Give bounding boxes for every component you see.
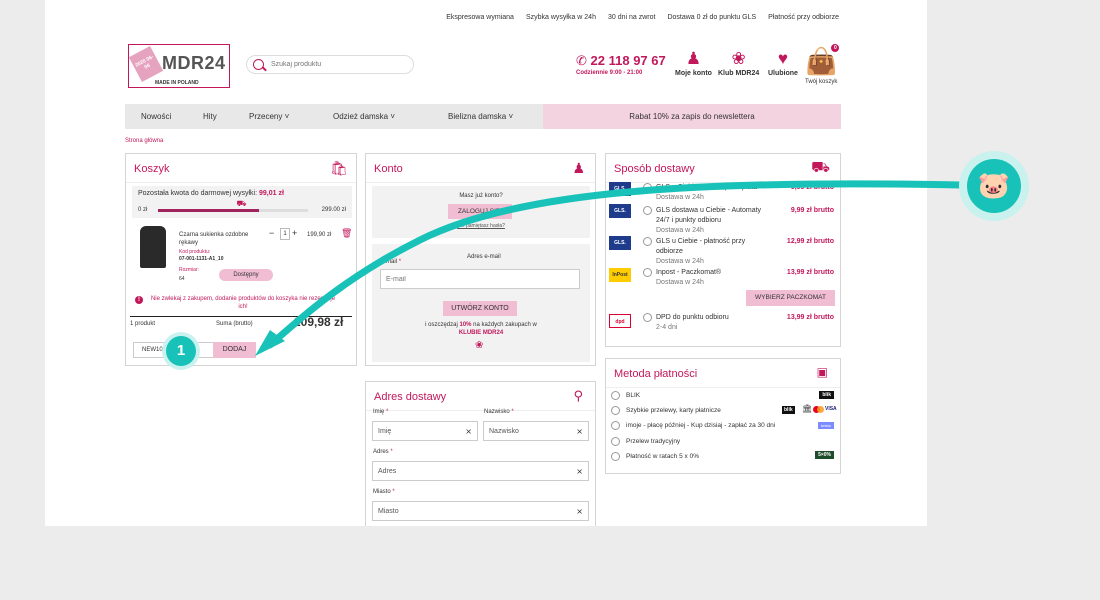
tutorial-arrow <box>255 180 964 356</box>
step-number-badge: 1 <box>166 336 196 366</box>
piggy-bank-badge: 🐷 <box>959 151 1029 221</box>
arrow-path <box>266 180 964 349</box>
piggy-bank-icon: 🐷 <box>967 159 1021 213</box>
